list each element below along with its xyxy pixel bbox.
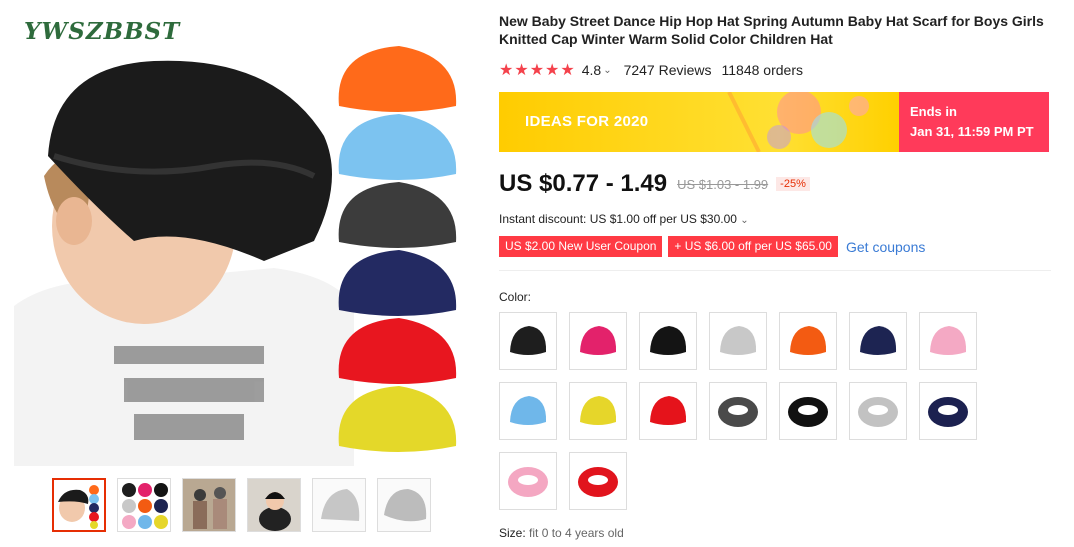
get-coupons-link[interactable]: Get coupons bbox=[846, 239, 925, 255]
scarf-swatch-icon bbox=[928, 397, 968, 427]
divider bbox=[499, 270, 1051, 271]
main-product-image[interactable]: YWSZBBST bbox=[14, 6, 470, 466]
color-option-11[interactable] bbox=[709, 382, 767, 440]
hat-stack bbox=[338, 46, 457, 452]
size-label: Size: bbox=[499, 526, 526, 540]
current-price: US $0.77 - 1.49 bbox=[499, 170, 668, 197]
hat-swatch-icon bbox=[790, 326, 827, 355]
chevron-down-icon: ⌄ bbox=[740, 215, 749, 226]
thumbnail-6[interactable] bbox=[377, 478, 431, 532]
shirt-print bbox=[114, 346, 264, 440]
discount-badge: -25% bbox=[776, 177, 810, 191]
size-value: fit 0 to 4 years old bbox=[529, 526, 624, 540]
stacked-hat bbox=[338, 182, 457, 248]
scarf-swatch-icon bbox=[718, 397, 758, 427]
stacked-hat bbox=[338, 250, 457, 316]
price-row: US $0.77 - 1.49 US $1.03 - 1.99 -25% bbox=[499, 170, 810, 198]
hat-swatch-icon bbox=[650, 326, 687, 355]
thumbnail-strip bbox=[52, 478, 431, 532]
hat-swatch-icon bbox=[930, 326, 967, 355]
color-option-14[interactable] bbox=[919, 382, 977, 440]
stacked-hat bbox=[338, 386, 457, 452]
thumbnail-3[interactable] bbox=[182, 478, 236, 532]
child-ear bbox=[56, 197, 92, 245]
store-coupon[interactable]: + US $6.00 off per US $65.00 bbox=[668, 236, 838, 257]
original-price: US $1.03 - 1.99 bbox=[677, 176, 769, 192]
thumbnail-1[interactable] bbox=[52, 478, 106, 532]
banner-left: IDEAS FOR 2020 bbox=[499, 92, 899, 152]
hat-swatch-icon bbox=[720, 326, 757, 355]
thumbnail-2[interactable] bbox=[117, 478, 171, 532]
hat-swatch-icon bbox=[510, 396, 547, 425]
color-option-4[interactable] bbox=[709, 312, 767, 370]
hat-swatch-icon bbox=[860, 326, 897, 355]
rating-value[interactable]: 4.8 bbox=[582, 62, 601, 78]
color-option-6[interactable] bbox=[849, 312, 907, 370]
product-title: New Baby Street Dance Hip Hop Hat Spring… bbox=[499, 13, 1044, 47]
banner-countdown: Ends in Jan 31, 11:59 PM PT bbox=[899, 92, 1049, 152]
hat-swatch-icon bbox=[580, 326, 617, 355]
color-option-13[interactable] bbox=[849, 382, 907, 440]
chevron-down-icon[interactable]: ⌄ bbox=[603, 65, 611, 76]
rating-row: ★★★★★ 4.8 ⌄ 7247 Reviews 11848 orders bbox=[499, 60, 803, 80]
stacked-hat bbox=[338, 114, 457, 180]
instant-discount-text: Instant discount: US $1.00 off per US $3… bbox=[499, 212, 737, 226]
color-option-1[interactable] bbox=[499, 312, 557, 370]
hat-swatch-icon bbox=[580, 396, 617, 425]
star-rating-icon: ★★★★★ bbox=[499, 62, 576, 79]
stacked-hat bbox=[338, 318, 457, 384]
product-gallery: YWSZBBST bbox=[0, 0, 470, 547]
ends-time: Jan 31, 11:59 PM PT bbox=[910, 124, 1034, 139]
color-option-3[interactable] bbox=[639, 312, 697, 370]
size-row: Size: fit 0 to 4 years old bbox=[499, 526, 624, 540]
color-option-16[interactable] bbox=[569, 452, 627, 510]
stacked-hat bbox=[338, 46, 457, 112]
new-user-coupon[interactable]: US $2.00 New User Coupon bbox=[499, 236, 663, 257]
color-option-15[interactable] bbox=[499, 452, 557, 510]
banner-title: IDEAS FOR 2020 bbox=[525, 113, 649, 130]
color-option-8[interactable] bbox=[499, 382, 557, 440]
product-photo bbox=[14, 46, 457, 466]
ends-label: Ends in bbox=[910, 104, 957, 119]
color-swatches bbox=[499, 312, 999, 510]
color-option-12[interactable] bbox=[779, 382, 837, 440]
thumbnail-5[interactable] bbox=[312, 478, 366, 532]
color-option-2[interactable] bbox=[569, 312, 627, 370]
color-option-10[interactable] bbox=[639, 382, 697, 440]
scarf-swatch-icon bbox=[858, 397, 898, 427]
thumbnail-4[interactable] bbox=[247, 478, 301, 532]
orders-count: 11848 orders bbox=[721, 62, 803, 78]
color-option-9[interactable] bbox=[569, 382, 627, 440]
brand-logo: YWSZBBST bbox=[24, 18, 181, 45]
reviews-link[interactable]: 7247 Reviews bbox=[624, 62, 712, 78]
instant-discount[interactable]: Instant discount: US $1.00 off per US $3… bbox=[499, 212, 749, 226]
color-label: Color: bbox=[499, 290, 532, 304]
color-option-7[interactable] bbox=[919, 312, 977, 370]
color-option-5[interactable] bbox=[779, 312, 837, 370]
scarf-swatch-icon bbox=[508, 467, 548, 497]
coupons-row: US $2.00 New User Coupon + US $6.00 off … bbox=[499, 236, 925, 257]
promo-banner[interactable]: IDEAS FOR 2020 Ends in Jan 31, 11:59 PM … bbox=[499, 92, 1049, 152]
scarf-swatch-icon bbox=[788, 397, 828, 427]
hat-swatch-icon bbox=[510, 326, 547, 355]
hat-swatch-icon bbox=[650, 396, 687, 425]
scarf-swatch-icon bbox=[578, 467, 618, 497]
